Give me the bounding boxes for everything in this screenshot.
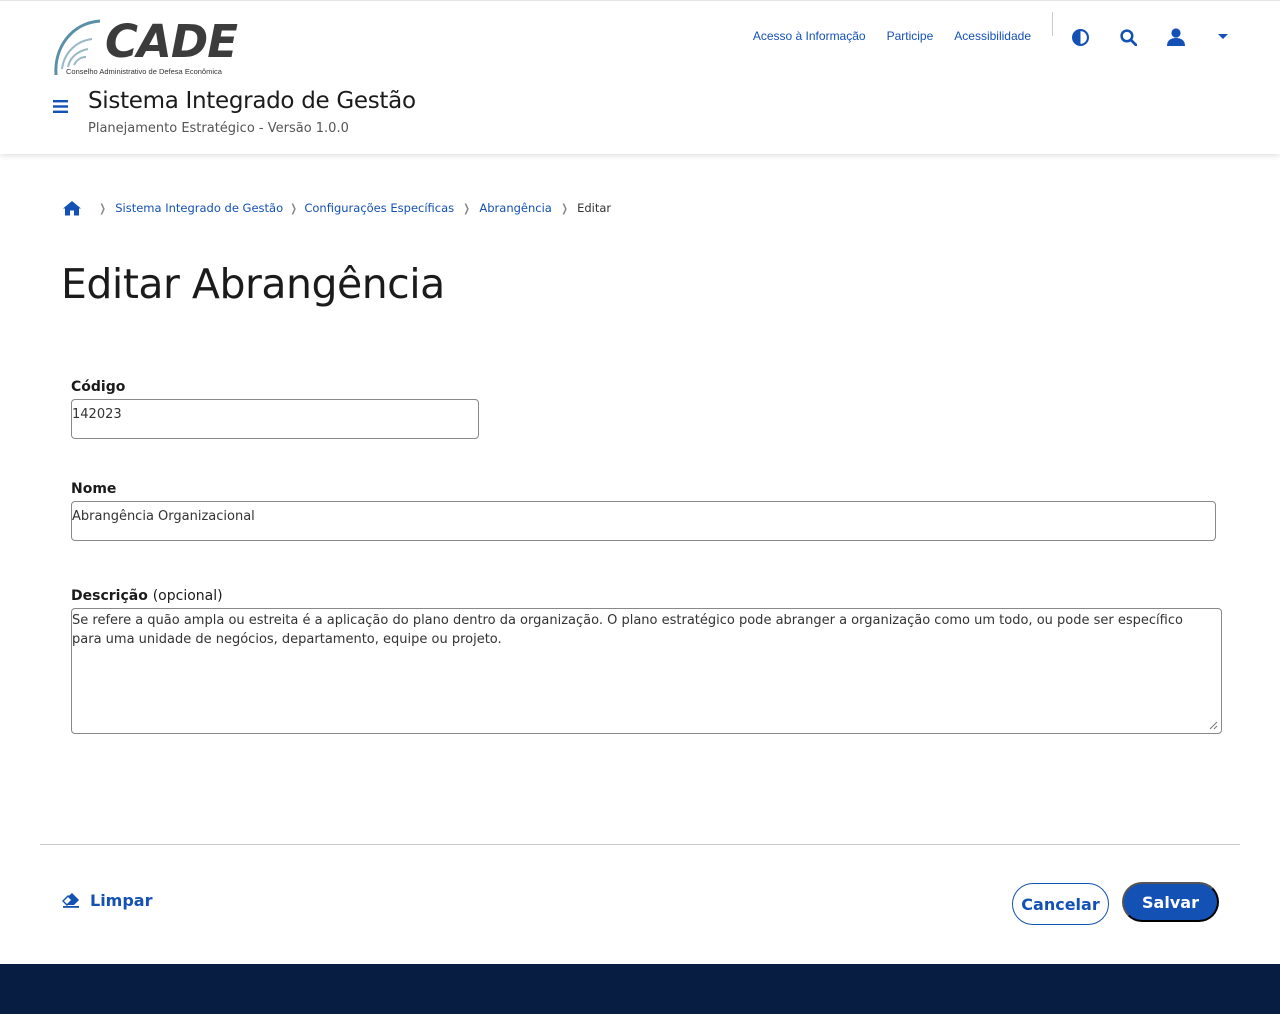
eraser-icon (62, 893, 79, 908)
header-divider (1052, 12, 1053, 36)
clear-label: Limpar (90, 890, 153, 910)
system-subtitle: Planejamento Estratégico - Versão 1.0.0 (88, 121, 349, 136)
page-footer (0, 964, 1280, 1014)
clear-button[interactable]: Limpar (62, 886, 153, 914)
search-icon (1119, 28, 1137, 46)
link-participe[interactable]: Participe (887, 29, 934, 43)
breadcrumb-configuracoes[interactable]: Configurações Específicas (304, 201, 454, 215)
breadcrumb-home[interactable] (62, 199, 84, 217)
top-links: Acesso à Informação Participe Acessibili… (753, 29, 1031, 43)
user-icon (1167, 28, 1185, 46)
logo-wordmark: CADE (105, 15, 238, 68)
chevron-right-icon: ❯ (99, 201, 106, 215)
link-acesso-informacao[interactable]: Acesso à Informação (753, 29, 866, 43)
contrast-icon (1071, 28, 1089, 46)
breadcrumb: ❯ Sistema Integrado de Gestão ❯ Configur… (62, 198, 611, 218)
actions-divider (40, 844, 1240, 845)
cancel-button[interactable]: Cancelar (1012, 883, 1109, 925)
chevron-right-icon: ❯ (561, 201, 568, 215)
search-button[interactable] (1114, 23, 1142, 51)
site-header: CADE Conselho Administrativo de Defesa E… (0, 0, 1280, 154)
link-acessibilidade[interactable]: Acessibilidade (954, 29, 1031, 43)
codigo-label: Código (71, 379, 126, 395)
chevron-right-icon: ❯ (290, 201, 297, 215)
contrast-button[interactable] (1066, 23, 1094, 51)
nome-value: Abrangência Organizacional (72, 509, 255, 524)
home-icon (63, 201, 81, 216)
codigo-value: 142023 (72, 407, 122, 422)
caret-down-icon (1218, 34, 1228, 39)
chevron-right-icon: ❯ (463, 201, 471, 215)
nome-input[interactable]: Abrangência Organizacional (71, 501, 1216, 541)
breadcrumb-abrangencia[interactable]: Abrangência (479, 201, 551, 215)
descricao-label-text: Descrição (71, 588, 148, 604)
system-title: Sistema Integrado de Gestão (88, 88, 416, 114)
descricao-value: Se refere a quão ampla ou estreita é a a… (72, 613, 1183, 647)
descricao-label: Descrição (opcional) (71, 588, 223, 604)
user-button[interactable] (1162, 23, 1190, 51)
resize-handle-icon[interactable] (1209, 721, 1218, 730)
descricao-textarea[interactable]: Se refere a quão ampla ou estreita é a a… (71, 608, 1222, 734)
cade-logo[interactable]: CADE Conselho Administrativo de Defesa E… (52, 15, 242, 79)
nome-label: Nome (71, 481, 117, 497)
optional-hint: (opcional) (152, 588, 223, 604)
menu-button[interactable] (50, 96, 70, 116)
breadcrumb-current: Editar (577, 201, 612, 215)
user-menu-toggle[interactable] (1209, 23, 1237, 51)
breadcrumb-sistema[interactable]: Sistema Integrado de Gestão (115, 201, 283, 215)
page-title: Editar Abrangência (61, 260, 445, 308)
save-button[interactable]: Salvar (1122, 882, 1219, 922)
logo-subtitle: Conselho Administrativo de Defesa Econôm… (66, 67, 222, 76)
codigo-input[interactable]: 142023 (71, 399, 479, 439)
menu-icon (52, 99, 68, 113)
